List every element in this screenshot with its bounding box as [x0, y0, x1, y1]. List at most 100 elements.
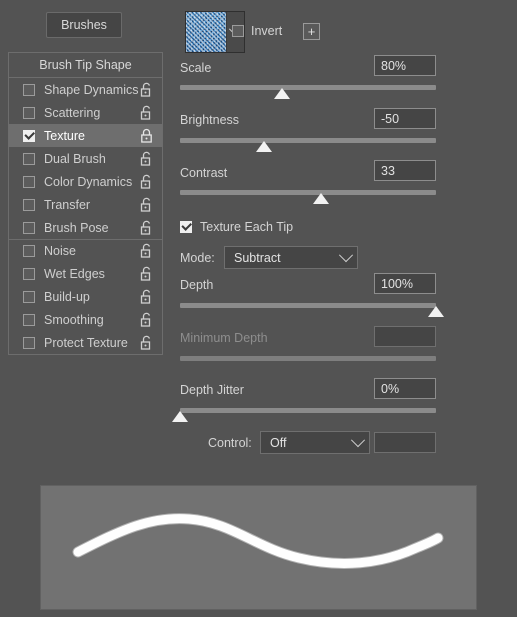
add-texture-button[interactable]: +: [303, 23, 320, 40]
brightness-slider-track: [180, 138, 436, 143]
protect-texture-checkbox[interactable]: [23, 336, 35, 349]
depth-slider[interactable]: [180, 303, 444, 319]
unlock-icon[interactable]: [140, 82, 154, 98]
brightness-slider[interactable]: [180, 138, 436, 154]
blue-noise-texture-swatch[interactable]: [186, 12, 226, 52]
scale-slider[interactable]: [180, 85, 436, 101]
control-label: Control:: [208, 436, 252, 450]
unlock-icon[interactable]: [140, 174, 154, 190]
mode-label: Mode:: [180, 251, 215, 265]
depth-jitter-slider[interactable]: [172, 408, 436, 424]
wet-edges-checkbox[interactable]: [23, 267, 35, 280]
brushes-tab-button[interactable]: Brushes: [46, 12, 122, 38]
sidebar-item-protect-texture[interactable]: Protect Texture: [9, 331, 162, 354]
minimum-depth-label: Minimum Depth: [180, 331, 268, 345]
scale-slider-track: [180, 85, 436, 90]
contrast-slider-track: [180, 190, 436, 195]
sidebar-item-wet-edges[interactable]: Wet Edges: [9, 262, 162, 285]
unlock-icon[interactable]: [140, 105, 154, 121]
depth-slider-thumb[interactable]: [428, 306, 444, 317]
depth-value-field[interactable]: 100%: [374, 273, 436, 294]
sidebar-item-label: Wet Edges: [44, 266, 105, 281]
brush-stroke-shape: [72, 513, 444, 569]
sidebar-item-label: Texture: [44, 128, 85, 143]
scattering-checkbox[interactable]: [23, 106, 35, 119]
mode-dropdown-value: Subtract: [234, 250, 281, 265]
smoothing-checkbox[interactable]: [23, 313, 35, 326]
sidebar-item-label: Dual Brush: [44, 151, 106, 166]
sidebar-item-label: Scattering: [44, 105, 101, 120]
brightness-label: Brightness: [180, 113, 240, 127]
sidebar-item-transfer[interactable]: Transfer: [9, 193, 162, 216]
sidebar-item-label: Build-up: [44, 289, 90, 304]
contrast-slider-thumb[interactable]: [312, 193, 329, 204]
shape-dynamics-checkbox[interactable]: [23, 83, 35, 96]
depth-jitter-slider-thumb[interactable]: [172, 411, 188, 422]
invert-label: Invert: [251, 24, 283, 38]
color-dynamics-checkbox[interactable]: [23, 175, 35, 188]
contrast-label: Contrast: [180, 166, 228, 180]
sidebar-item-dual-brush[interactable]: Dual Brush: [9, 147, 162, 170]
sidebar-item-label: Protect Texture: [44, 335, 128, 350]
dual-brush-checkbox[interactable]: [23, 152, 35, 165]
brush-pose-checkbox[interactable]: [23, 221, 35, 234]
sidebar-item-texture[interactable]: Texture: [9, 124, 162, 147]
sidebar-item-color-dynamics[interactable]: Color Dynamics: [9, 170, 162, 193]
brightness-value-field[interactable]: -50: [374, 108, 436, 129]
depth-label: Depth: [180, 278, 214, 292]
unlock-icon[interactable]: [140, 220, 154, 236]
build-up-checkbox[interactable]: [23, 290, 35, 303]
minimum-depth-slider: [180, 356, 436, 372]
sidebar-item-label: Noise: [44, 244, 76, 258]
sidebar-item-build-up[interactable]: Build-up: [9, 285, 162, 308]
unlock-icon[interactable]: [140, 243, 154, 259]
brightness-slider-thumb[interactable]: [256, 141, 273, 152]
texture-checkbox[interactable]: [23, 129, 35, 142]
unlock-icon[interactable]: [140, 335, 154, 351]
chevron-down-icon: [350, 432, 366, 447]
control-dropdown[interactable]: Off: [260, 431, 370, 454]
control-dropdown-value: Off: [270, 435, 287, 450]
unlock-icon[interactable]: [140, 151, 154, 167]
unlock-icon[interactable]: [140, 266, 154, 282]
brush-stroke-preview: [40, 485, 477, 610]
sidebar-item-label: Color Dynamics: [44, 174, 133, 189]
depth-jitter-value-field[interactable]: 0%: [374, 378, 436, 399]
scale-value-field[interactable]: 80%: [374, 55, 436, 76]
contrast-value-field[interactable]: 33: [374, 160, 436, 181]
brushes-panel: Brushes Invert + Brush Tip Shape Shape D…: [0, 0, 517, 617]
noise-checkbox[interactable]: [23, 245, 35, 257]
sidebar-item-label: Smoothing: [44, 312, 104, 327]
scale-label: Scale: [180, 61, 212, 75]
minimum-depth-value-field: [374, 326, 436, 347]
brush-tip-shape-header[interactable]: Brush Tip Shape: [9, 53, 162, 78]
texture-each-tip-checkbox[interactable]: [180, 221, 192, 233]
lock-icon[interactable]: [140, 128, 154, 144]
sidebar-item-shape-dynamics[interactable]: Shape Dynamics: [9, 78, 162, 101]
chevron-down-icon: [338, 247, 354, 262]
unlock-icon[interactable]: [140, 197, 154, 213]
scale-slider-thumb[interactable]: [274, 88, 291, 99]
unlock-icon[interactable]: [140, 312, 154, 328]
brush-settings-sidebar: Brush Tip Shape Shape Dynamics Scatterin…: [8, 52, 163, 355]
transfer-checkbox[interactable]: [23, 198, 35, 211]
depth-jitter-slider-track: [180, 408, 436, 413]
sidebar-item-label: Brush Pose: [44, 220, 109, 235]
sidebar-item-smoothing[interactable]: Smoothing: [9, 308, 162, 331]
unlock-icon[interactable]: [140, 289, 154, 305]
texture-each-tip-label: Texture Each Tip: [200, 220, 294, 234]
sidebar-item-scattering[interactable]: Scattering: [9, 101, 162, 124]
depth-slider-track: [180, 303, 436, 308]
mode-dropdown[interactable]: Subtract: [224, 246, 358, 269]
depth-jitter-label: Depth Jitter: [180, 383, 244, 397]
invert-checkbox-row[interactable]: Invert: [232, 24, 282, 38]
sidebar-item-brush-pose[interactable]: Brush Pose: [9, 216, 162, 239]
control-extra-field[interactable]: [374, 432, 436, 453]
sidebar-item-label: Shape Dynamics: [44, 82, 139, 97]
sidebar-item-noise[interactable]: Noise: [9, 239, 162, 262]
contrast-slider[interactable]: [180, 190, 436, 206]
texture-each-tip-row[interactable]: Texture Each Tip: [180, 220, 293, 234]
sidebar-item-label: Transfer: [44, 197, 91, 212]
invert-checkbox[interactable]: [232, 25, 244, 37]
minimum-depth-slider-track: [180, 356, 436, 361]
